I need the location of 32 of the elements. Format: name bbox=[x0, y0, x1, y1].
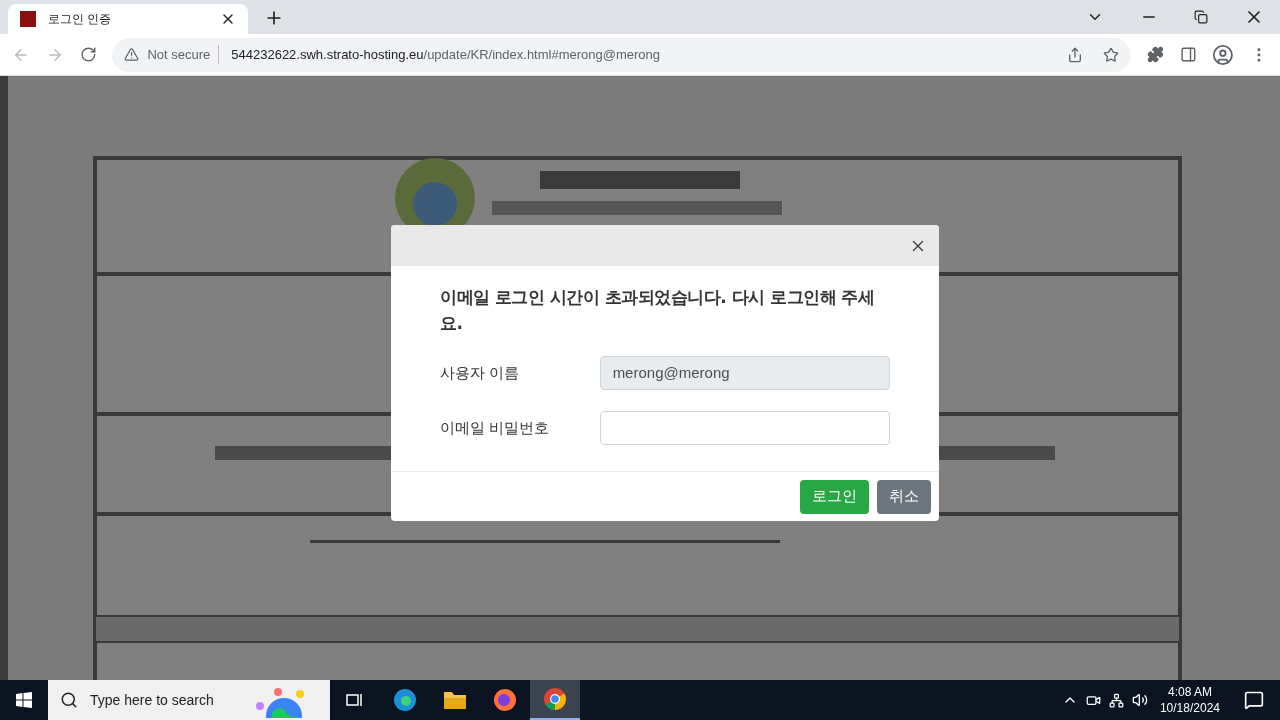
reload-icon[interactable] bbox=[79, 46, 97, 63]
browser-tab[interactable]: 로그인 인증 bbox=[8, 4, 248, 34]
chrome-taskbar-button[interactable] bbox=[530, 680, 580, 720]
side-panel-icon[interactable] bbox=[1179, 46, 1197, 63]
dialog-button[interactable]: 취소 bbox=[877, 479, 931, 514]
search-icon bbox=[60, 691, 78, 709]
clock-date: 10/18/2024 bbox=[1159, 700, 1220, 716]
security-label: Not secure bbox=[147, 44, 220, 65]
bookmark-icon[interactable] bbox=[1102, 46, 1119, 63]
search-field[interactable]: Type here to search bbox=[48, 680, 330, 720]
notifications-icon[interactable] bbox=[1244, 690, 1264, 710]
extensions-icon[interactable] bbox=[1146, 46, 1164, 63]
profile-icon[interactable] bbox=[1212, 43, 1235, 66]
search-placeholder: Type here to search bbox=[90, 690, 215, 710]
network-icon[interactable] bbox=[1108, 692, 1124, 708]
chrome-icon bbox=[543, 687, 567, 711]
clock-time: 4:08 AM bbox=[1167, 684, 1212, 700]
field-label: 사용자 이름 bbox=[440, 362, 521, 383]
field-label: 이메일 비밀번호 bbox=[440, 417, 551, 438]
tab-title: 로그인 인증 bbox=[48, 11, 113, 28]
task-view-icon[interactable] bbox=[346, 692, 364, 708]
address-bar[interactable]: Not secure 544232622.swh.strato-hosting.eu/update/KR/index.html#merong@merong bbox=[112, 37, 1131, 72]
share-icon[interactable] bbox=[1066, 46, 1083, 63]
warning-icon bbox=[124, 47, 140, 62]
windows-icon[interactable] bbox=[16, 692, 32, 708]
input-field[interactable] bbox=[599, 411, 890, 445]
volume-icon[interactable] bbox=[1131, 692, 1148, 708]
site-icon bbox=[20, 11, 36, 27]
folder-icon[interactable] bbox=[443, 690, 467, 710]
dialog-message: 이메일 로그인 시간이 초과되었습니다. 다시 로그인해 주세요. bbox=[440, 286, 876, 335]
restore-icon[interactable] bbox=[1194, 10, 1208, 24]
url-text: 544232622.swh.strato-hosting.eu/update/KR/index.html#merong@merong bbox=[231, 45, 661, 64]
